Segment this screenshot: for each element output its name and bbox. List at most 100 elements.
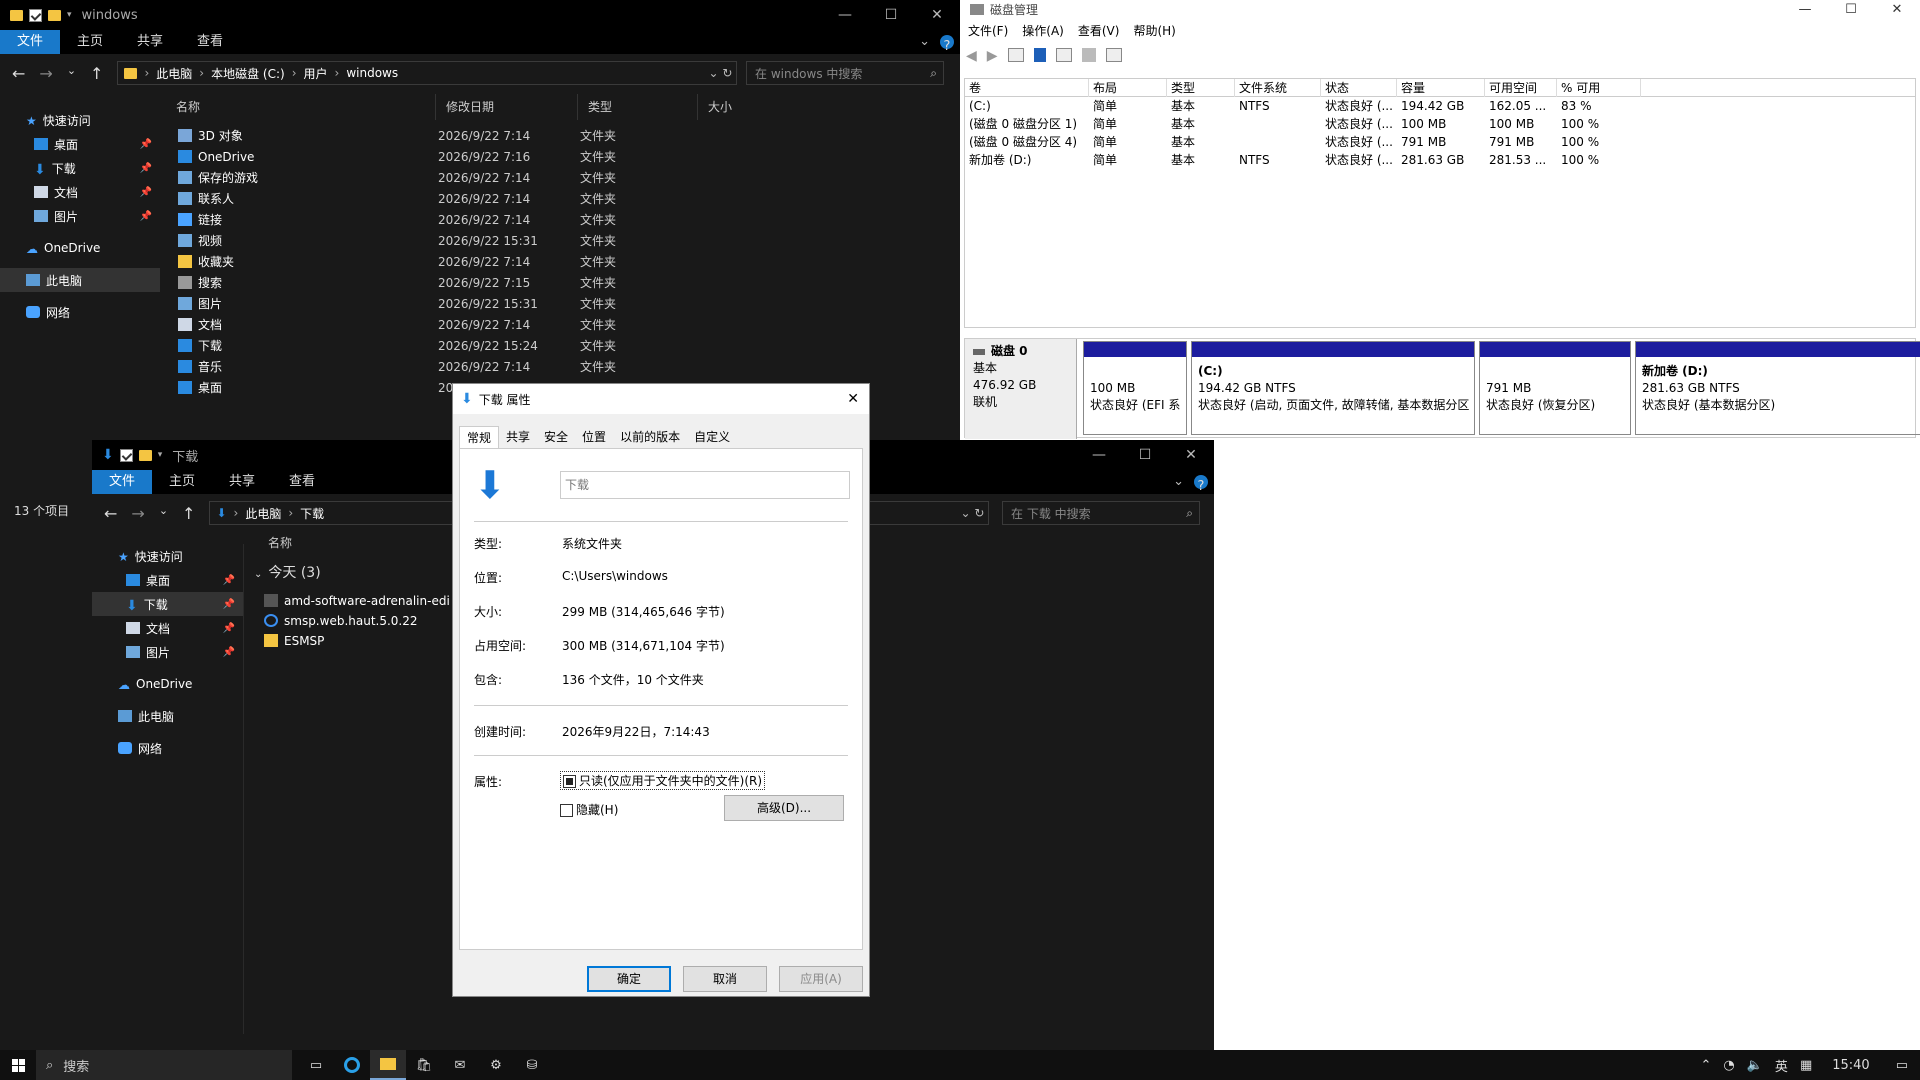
volume-row[interactable]: 新加卷 (D:) 简单 基本 NTFS 状态良好 (... 281.63 GB 281.53…	[965, 151, 1915, 169]
task-view-icon[interactable]: ▭	[298, 1050, 334, 1080]
explorer-titlebar[interactable]: ▾ windows — ☐ ✕	[0, 0, 960, 30]
path-dropdown-icon[interactable]: ⌄ ↻	[709, 66, 737, 80]
close-button[interactable]: ✕	[1168, 440, 1214, 470]
tab-share[interactable]: 共享	[212, 470, 272, 494]
new-folder-icon[interactable]	[138, 449, 152, 461]
search-input[interactable]: 在 windows 中搜索 ⌕	[746, 61, 944, 85]
clock[interactable]: 15:40	[1832, 1058, 1869, 1073]
partition-block[interactable]: 100 MB 状态良好 (EFI 系	[1083, 341, 1187, 435]
sidebar-item-downloads[interactable]: ⬇ 下载 📌	[0, 156, 160, 180]
close-button[interactable]: ✕	[1874, 2, 1920, 17]
help-icon[interactable]: ?	[940, 35, 954, 54]
partition-block[interactable]: 新加卷 (D:) 281.63 GB NTFS 状态良好 (基本数据分区)	[1635, 341, 1920, 435]
list-item[interactable]: amd-software-adrenalin-edi	[264, 590, 450, 611]
breadcrumb-item[interactable]: 用户	[304, 65, 328, 82]
sidebar-item-desktop[interactable]: 桌面 📌	[0, 132, 160, 156]
search-input[interactable]: 在 下载 中搜索 ⌕	[1002, 501, 1200, 525]
help-icon[interactable]: ?	[1194, 475, 1208, 494]
table-row[interactable]: 收藏夹 2026/9/22 7:14 文件夹	[178, 251, 660, 272]
sidebar-item-pictures[interactable]: 图片 📌	[0, 204, 160, 228]
tab-file[interactable]: 文件	[0, 30, 61, 54]
volume-column-header[interactable]: 可用空间	[1485, 79, 1557, 97]
table-row[interactable]: 文档 2026/9/22 7:14 文件夹	[178, 314, 660, 335]
volume-column-header[interactable]: 布局	[1089, 79, 1167, 97]
table-row[interactable]: 下载 2026/9/22 15:24 文件夹	[178, 335, 660, 356]
console-tree-icon[interactable]	[1007, 48, 1024, 62]
notification-icon[interactable]: ▭	[1896, 1058, 1908, 1073]
up-icon[interactable]: ↑	[182, 504, 195, 523]
volume-column-header[interactable]: % 可用	[1557, 79, 1641, 97]
menu-action[interactable]: 操作(A)	[1022, 22, 1064, 39]
table-row[interactable]: 保存的游戏 2026/9/22 7:14 文件夹	[178, 167, 660, 188]
ime-mode-icon[interactable]: ▦	[1800, 1058, 1812, 1073]
collapse-icon[interactable]: ⌄	[254, 569, 262, 580]
disk-0-label[interactable]: 磁盘 0 基本 476.92 GB 联机	[965, 339, 1077, 439]
column-name[interactable]: 名称	[268, 534, 292, 551]
forward-icon[interactable]: →	[39, 64, 52, 83]
sidebar-item-network[interactable]: 网络	[92, 736, 243, 760]
tab-previous-versions[interactable]: 以前的版本	[613, 426, 687, 448]
close-icon[interactable]: ✕	[847, 391, 869, 407]
volume-column-header[interactable]: 容量	[1397, 79, 1485, 97]
store-icon[interactable]: 🛍	[406, 1050, 442, 1080]
show-hidden-icons-icon[interactable]: ⌃	[1700, 1058, 1711, 1073]
forward-icon[interactable]: ▶	[987, 48, 998, 64]
sidebar-item-this-pc[interactable]: 此电脑	[0, 268, 160, 292]
tab-view[interactable]: 查看	[272, 470, 332, 494]
tab-sharing[interactable]: 共享	[499, 426, 537, 448]
tab-view[interactable]: 查看	[180, 30, 240, 54]
volume-icon[interactable]: 🔈	[1747, 1058, 1763, 1073]
column-name[interactable]: 名称	[166, 94, 436, 120]
sidebar-item-downloads[interactable]: ⬇ 下载 📌	[92, 592, 243, 616]
up-icon[interactable]: ↑	[90, 64, 103, 83]
volume-row[interactable]: (磁盘 0 磁盘分区 1) 简单 基本 状态良好 (... 100 MB 100 MB 10…	[965, 115, 1915, 133]
column-date[interactable]: 修改日期	[436, 94, 578, 120]
sidebar-item-onedrive[interactable]: ☁ OneDrive	[92, 672, 243, 696]
volume-column-header[interactable]: 卷	[965, 79, 1089, 97]
breadcrumb[interactable]: › 此电脑 › 本地磁盘 (C:) › 用户 › windows ⌄ ↻	[117, 61, 738, 85]
quick-access-dropdown-icon[interactable]: ▾	[67, 10, 72, 20]
breadcrumb-item[interactable]: 下载	[300, 505, 324, 522]
maximize-button[interactable]: ☐	[1828, 2, 1874, 17]
help-icon[interactable]	[1033, 48, 1046, 62]
back-icon[interactable]: ←	[104, 504, 117, 523]
table-row[interactable]: 链接 2026/9/22 7:14 文件夹	[178, 209, 660, 230]
volume-row[interactable]: (磁盘 0 磁盘分区 4) 简单 基本 状态良好 (... 791 MB 791 MB 10…	[965, 133, 1915, 151]
sidebar-item-documents[interactable]: 文档 📌	[0, 180, 160, 204]
file-explorer-icon[interactable]	[370, 1050, 406, 1080]
tab-general[interactable]: 常规	[459, 426, 500, 448]
menu-file[interactable]: 文件(F)	[968, 22, 1008, 39]
cancel-button[interactable]: 取消	[683, 966, 767, 992]
quick-access-dropdown-icon[interactable]: ▾	[158, 450, 163, 460]
tab-home[interactable]: 主页	[60, 30, 120, 54]
maximize-button[interactable]: ☐	[1122, 440, 1168, 470]
properties-icon[interactable]	[29, 8, 42, 22]
sidebar-item-onedrive[interactable]: ☁ OneDrive	[0, 236, 160, 260]
table-row[interactable]: OneDrive 2026/9/22 7:16 文件夹	[178, 146, 660, 167]
breadcrumb-item[interactable]: 此电脑	[245, 505, 281, 522]
rescan-icon[interactable]	[1081, 48, 1096, 62]
sidebar-item-network[interactable]: 网络	[0, 300, 160, 324]
tab-share[interactable]: 共享	[120, 30, 180, 54]
tab-file[interactable]: 文件	[92, 470, 153, 494]
properties-icon[interactable]	[119, 448, 133, 462]
taskbar-search[interactable]: ⌕ 搜索	[36, 1050, 292, 1080]
table-row[interactable]: 搜索 2026/9/22 7:15 文件夹	[178, 272, 660, 293]
table-row[interactable]: 3D 对象 2026/9/22 7:14 文件夹	[178, 125, 660, 146]
checkbox[interactable]	[560, 804, 573, 817]
expand-ribbon-icon[interactable]: ⌄	[1173, 470, 1184, 494]
sidebar-item-this-pc[interactable]: 此电脑	[92, 704, 243, 728]
sidebar-item-desktop[interactable]: 桌面 📌	[92, 568, 243, 592]
start-button[interactable]	[0, 1050, 36, 1080]
disk-management-titlebar[interactable]: 磁盘管理 — ☐ ✕	[960, 0, 1920, 18]
breadcrumb-item[interactable]: windows	[346, 66, 398, 80]
menu-help[interactable]: 帮助(H)	[1133, 22, 1175, 39]
edge-icon[interactable]	[334, 1050, 370, 1080]
tab-customize[interactable]: 自定义	[687, 426, 737, 448]
new-folder-icon[interactable]	[48, 9, 61, 21]
sidebar-item-documents[interactable]: 文档 📌	[92, 616, 243, 640]
recent-dropdown-icon[interactable]: ⌄	[159, 504, 168, 523]
minimize-button[interactable]: —	[1782, 2, 1828, 17]
menu-view[interactable]: 查看(V)	[1078, 22, 1120, 39]
table-row[interactable]: 联系人 2026/9/22 7:14 文件夹	[178, 188, 660, 209]
